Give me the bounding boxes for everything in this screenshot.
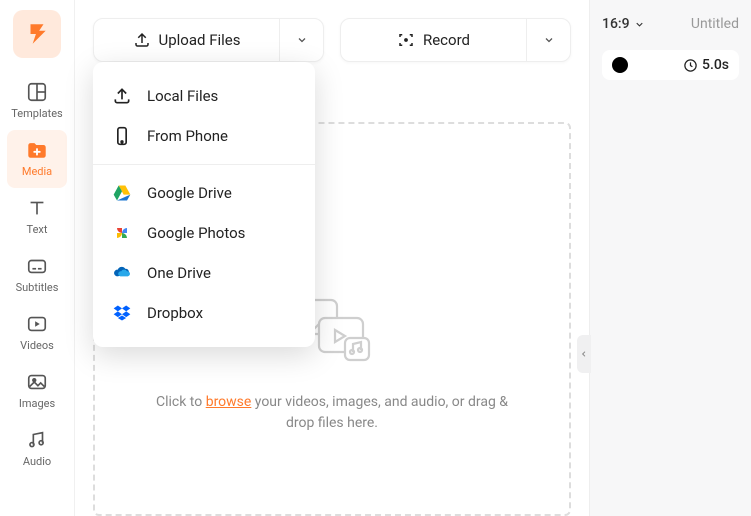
- app-logo: [13, 10, 61, 58]
- sidebar-item-label: Videos: [20, 339, 54, 352]
- images-icon: [25, 370, 49, 394]
- main-panel: Upload Files Record: [75, 0, 589, 516]
- logo-icon: [24, 21, 50, 47]
- record-label: Record: [423, 31, 470, 49]
- text-icon: [25, 196, 49, 220]
- menu-label: From Phone: [147, 127, 228, 145]
- record-button[interactable]: Record: [341, 19, 526, 61]
- toolbar: Upload Files Record: [93, 18, 571, 62]
- sidebar-item-label: Templates: [11, 107, 62, 120]
- sidebar-item-label: Media: [22, 165, 52, 178]
- google-photos-icon: [111, 222, 133, 244]
- record-button-group: Record: [340, 18, 571, 62]
- sidebar-item-images[interactable]: Images: [7, 362, 67, 420]
- collapse-rightpane-button[interactable]: [577, 335, 591, 373]
- sidebar-item-label: Images: [19, 397, 55, 410]
- upload-files-button[interactable]: Upload Files: [94, 19, 279, 61]
- upload-label: Upload Files: [159, 31, 241, 49]
- sidebar-item-audio[interactable]: Audio: [7, 420, 67, 478]
- chevron-down-icon: [634, 19, 645, 30]
- sidebar-item-text[interactable]: Text: [7, 188, 67, 246]
- record-icon: [397, 31, 415, 49]
- sidebar-item-subtitles[interactable]: Subtitles: [7, 246, 67, 304]
- menu-local-files[interactable]: Local Files: [93, 76, 315, 116]
- audio-icon: [25, 428, 49, 452]
- media-icon: [25, 138, 49, 162]
- sidebar-item-videos[interactable]: Videos: [7, 304, 67, 362]
- upload-icon: [133, 31, 151, 49]
- timeline-clip[interactable]: 5.0s: [602, 50, 739, 80]
- browse-link[interactable]: browse: [206, 394, 252, 410]
- chevron-down-icon: [543, 34, 555, 46]
- menu-label: One Drive: [147, 264, 211, 282]
- menu-from-phone[interactable]: From Phone: [93, 116, 315, 156]
- sidebar-item-media[interactable]: Media: [7, 130, 67, 188]
- aspect-ratio-selector[interactable]: 16:9: [602, 16, 645, 32]
- project-title[interactable]: Untitled: [691, 16, 739, 32]
- sidebar: Templates Media Text Subtitles Videos Im…: [0, 0, 75, 516]
- subtitles-icon: [25, 254, 49, 278]
- upload-menu: Local Files From Phone Google Drive Goog…: [93, 62, 315, 347]
- dropzone-text: Click to browse your videos, images, and…: [142, 392, 522, 434]
- clip-duration: 5.0s: [683, 57, 729, 73]
- upload-dropdown-button[interactable]: [279, 19, 323, 61]
- sidebar-item-label: Audio: [23, 455, 51, 468]
- menu-label: Local Files: [147, 87, 218, 105]
- onedrive-icon: [111, 262, 133, 284]
- dropbox-icon: [111, 302, 133, 324]
- record-dropdown-button[interactable]: [526, 19, 570, 61]
- right-panel: 16:9 Untitled 5.0s: [589, 0, 751, 516]
- menu-google-drive[interactable]: Google Drive: [93, 173, 315, 213]
- menu-google-photos[interactable]: Google Photos: [93, 213, 315, 253]
- clock-icon: [683, 58, 698, 73]
- menu-separator: [93, 164, 315, 165]
- chevron-left-icon: [580, 349, 588, 359]
- right-header: 16:9 Untitled: [602, 16, 739, 32]
- phone-icon: [111, 125, 133, 147]
- sidebar-item-templates[interactable]: Templates: [7, 72, 67, 130]
- clip-color-dot: [612, 57, 628, 73]
- google-drive-icon: [111, 182, 133, 204]
- sidebar-item-label: Subtitles: [16, 281, 59, 294]
- menu-label: Dropbox: [147, 304, 203, 322]
- chevron-down-icon: [296, 34, 308, 46]
- upload-button-group: Upload Files: [93, 18, 324, 62]
- menu-label: Google Drive: [147, 184, 232, 202]
- menu-dropbox[interactable]: Dropbox: [93, 293, 315, 333]
- upload-icon: [111, 85, 133, 107]
- menu-label: Google Photos: [147, 224, 245, 242]
- videos-icon: [25, 312, 49, 336]
- aspect-ratio-value: 16:9: [602, 16, 630, 32]
- templates-icon: [25, 80, 49, 104]
- duration-value: 5.0s: [702, 57, 729, 73]
- sidebar-item-label: Text: [27, 223, 48, 236]
- menu-onedrive[interactable]: One Drive: [93, 253, 315, 293]
